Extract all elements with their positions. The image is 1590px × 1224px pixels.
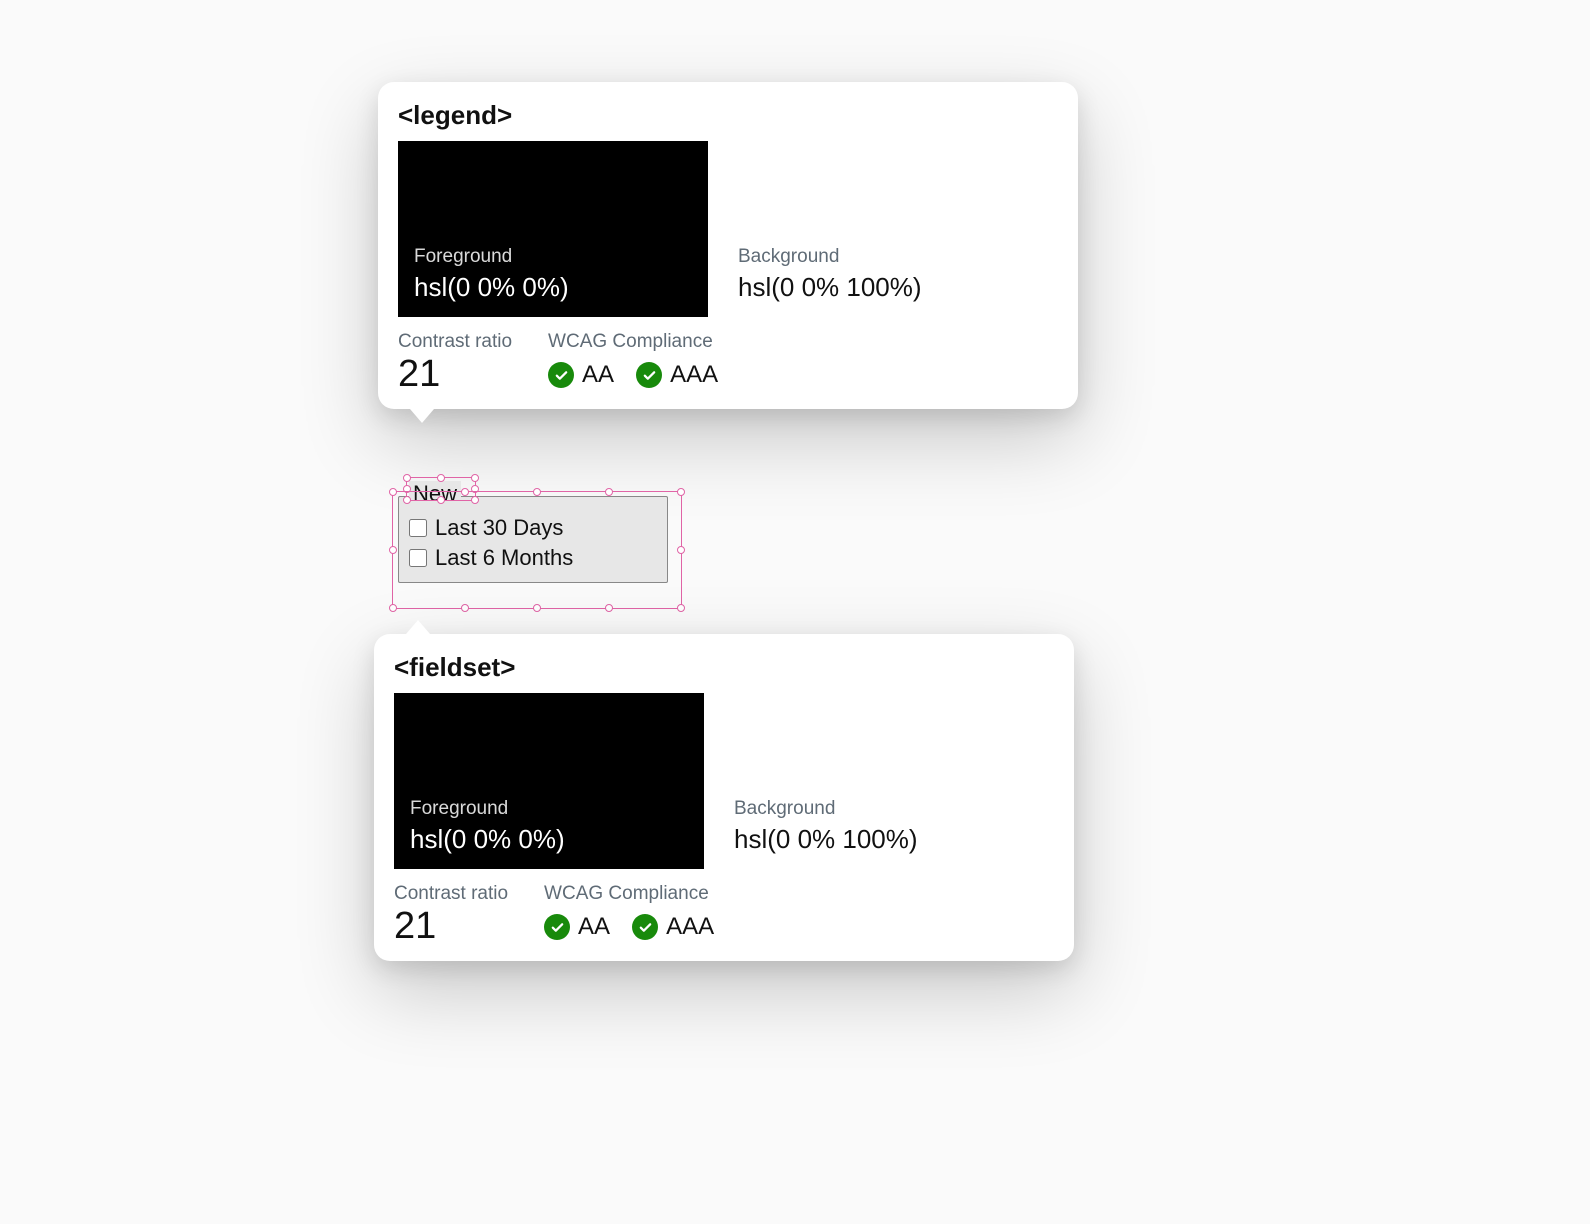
background-swatch: Background hsl(0 0% 100%) [718, 693, 1028, 869]
contrast-value: 21 [398, 355, 512, 393]
selection-handle[interactable] [605, 604, 613, 612]
stage: <legend> Foreground hsl(0 0% 0%) Backgro… [0, 0, 1590, 1224]
checkbox-input[interactable] [409, 549, 427, 567]
foreground-label: Foreground [414, 246, 692, 268]
check-circle-icon [548, 362, 574, 388]
swatch-row: Foreground hsl(0 0% 0%) Background hsl(0… [394, 693, 1054, 869]
wcag-label: WCAG Compliance [548, 331, 718, 353]
wcag-aaa-label: AAA [670, 361, 718, 389]
selection-handle[interactable] [533, 604, 541, 612]
wcag-badges: AA AAA [544, 913, 714, 941]
wcag-badges: AA AAA [548, 361, 718, 389]
tooltip-pointer [410, 409, 434, 423]
check-circle-icon [544, 914, 570, 940]
tooltip-tag-title: <legend> [398, 100, 1058, 131]
selection-handle[interactable] [389, 546, 397, 554]
wcag-aa-badge: AA [548, 361, 614, 389]
background-swatch: Background hsl(0 0% 100%) [722, 141, 1032, 317]
metrics-row: Contrast ratio 21 WCAG Compliance AA [394, 883, 1054, 945]
fieldset-new[interactable]: New Last 30 Days Last 6 Months [398, 483, 668, 583]
background-value: hsl(0 0% 100%) [734, 824, 1012, 855]
checkbox-label: Last 6 Months [435, 543, 573, 573]
wcag-label: WCAG Compliance [544, 883, 714, 905]
wcag-aaa-label: AAA [666, 913, 714, 941]
foreground-swatch: Foreground hsl(0 0% 0%) [398, 141, 708, 317]
selection-handle[interactable] [461, 604, 469, 612]
background-label: Background [734, 798, 1012, 820]
wcag-aa-label: AA [582, 361, 614, 389]
contrast-label: Contrast ratio [398, 331, 512, 353]
tooltip-pointer [406, 620, 430, 634]
wcag-block: WCAG Compliance AA AAA [544, 883, 714, 941]
contrast-label: Contrast ratio [394, 883, 508, 905]
foreground-swatch: Foreground hsl(0 0% 0%) [394, 693, 704, 869]
checkbox-last-30-days[interactable]: Last 30 Days [409, 513, 657, 543]
foreground-value: hsl(0 0% 0%) [410, 824, 688, 855]
selection-handle[interactable] [471, 474, 479, 482]
wcag-block: WCAG Compliance AA AAA [548, 331, 718, 389]
selection-handle[interactable] [389, 488, 397, 496]
wcag-aa-label: AA [578, 913, 610, 941]
contrast-block: Contrast ratio 21 [394, 883, 508, 945]
check-circle-icon [636, 362, 662, 388]
checkbox-last-6-months[interactable]: Last 6 Months [409, 543, 657, 573]
legend-new: New [409, 481, 461, 507]
selection-handle[interactable] [389, 604, 397, 612]
checkbox-input[interactable] [409, 519, 427, 537]
background-value: hsl(0 0% 100%) [738, 272, 1016, 303]
checkbox-label: Last 30 Days [435, 513, 563, 543]
check-circle-icon [632, 914, 658, 940]
tooltip-legend: <legend> Foreground hsl(0 0% 0%) Backgro… [378, 82, 1078, 409]
wcag-aaa-badge: AAA [632, 913, 714, 941]
wcag-aa-badge: AA [544, 913, 610, 941]
contrast-block: Contrast ratio 21 [398, 331, 512, 393]
wcag-aaa-badge: AAA [636, 361, 718, 389]
tooltip-fieldset: <fieldset> Foreground hsl(0 0% 0%) Backg… [374, 634, 1074, 961]
contrast-value: 21 [394, 907, 508, 945]
selection-handle[interactable] [677, 488, 685, 496]
tooltip-tag-title: <fieldset> [394, 652, 1054, 683]
selection-handle[interactable] [677, 604, 685, 612]
background-label: Background [738, 246, 1016, 268]
foreground-value: hsl(0 0% 0%) [414, 272, 692, 303]
metrics-row: Contrast ratio 21 WCAG Compliance AA [398, 331, 1058, 393]
foreground-label: Foreground [410, 798, 688, 820]
swatch-row: Foreground hsl(0 0% 0%) Background hsl(0… [398, 141, 1058, 317]
selection-handle[interactable] [677, 546, 685, 554]
